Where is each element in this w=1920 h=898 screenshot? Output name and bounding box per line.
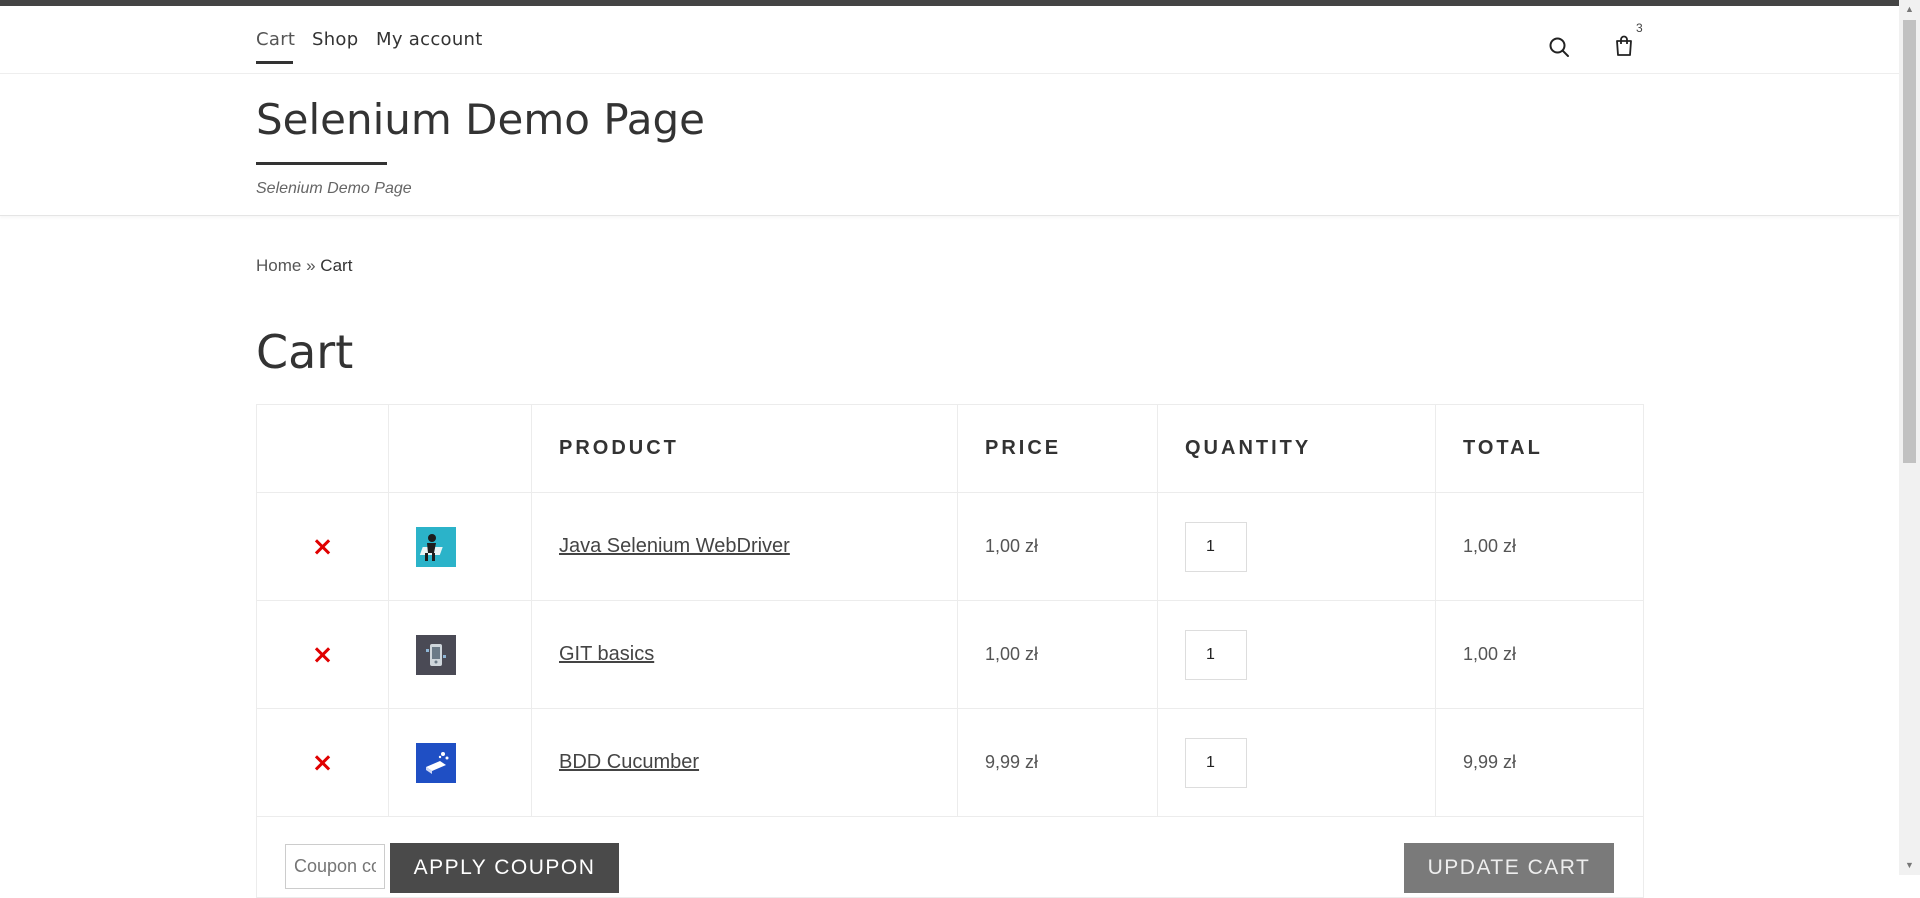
remove-item-button[interactable]: × <box>312 640 334 670</box>
scrollbar-thumb[interactable] <box>1903 20 1916 463</box>
header-product: PRODUCT <box>531 404 958 493</box>
site-title[interactable]: Selenium Demo Page <box>256 95 705 144</box>
breadcrumb-separator: » <box>306 256 316 275</box>
quantity-input[interactable] <box>1185 629 1247 680</box>
table-row: × GIT basics 1,00 zł 1,00 zł <box>256 600 1644 709</box>
product-link[interactable]: BDD Cucumber <box>559 751 699 773</box>
table-row: × Java Selenium WebDriver 1,00 zł 1,00 z… <box>256 492 1644 601</box>
scroll-down-arrow-icon[interactable]: ▼ <box>1903 858 1916 872</box>
breadcrumb-home-link[interactable]: Home <box>256 256 301 275</box>
search-icon[interactable] <box>1547 35 1571 59</box>
primary-navigation: Cart Shop My account 3 <box>0 6 1899 74</box>
page-title: Cart <box>256 325 354 379</box>
product-subtotal: 1,00 zł <box>1435 492 1644 601</box>
header-thumbnail <box>388 404 532 493</box>
nav-item-shop[interactable]: Shop <box>312 29 358 50</box>
header-remove <box>256 404 389 493</box>
breadcrumb: Home » Cart <box>256 256 352 276</box>
header-quantity: QUANTITY <box>1157 404 1436 493</box>
shopping-bag-icon[interactable] <box>1612 34 1636 58</box>
remove-item-button[interactable]: × <box>312 748 334 778</box>
breadcrumb-current: Cart <box>320 256 353 275</box>
product-price: 9,99 zł <box>957 708 1158 817</box>
product-link[interactable]: Java Selenium WebDriver <box>559 535 790 557</box>
product-price: 1,00 zł <box>957 600 1158 709</box>
cart-count-badge: 3 <box>1636 21 1643 35</box>
quantity-input[interactable] <box>1185 521 1247 572</box>
nav-item-cart[interactable]: Cart <box>256 29 295 50</box>
product-price: 1,00 zł <box>957 492 1158 601</box>
bdd-thumb-icon[interactable] <box>416 742 456 783</box>
active-nav-underline <box>256 61 293 64</box>
nav-item-my-account[interactable]: My account <box>376 29 483 50</box>
remove-item-button[interactable]: × <box>312 532 334 562</box>
product-subtotal: 9,99 zł <box>1435 708 1644 817</box>
selenium-thumb-icon[interactable] <box>416 526 456 567</box>
scroll-up-arrow-icon[interactable]: ▲ <box>1903 2 1916 16</box>
cart-table: PRODUCT PRICE QUANTITY TOTAL × Java Sele… <box>256 404 1644 898</box>
site-tagline: Selenium Demo Page <box>256 180 412 197</box>
quantity-input[interactable] <box>1185 737 1247 788</box>
git-thumb-icon[interactable] <box>416 634 456 675</box>
update-cart-button[interactable]: UPDATE CART <box>1404 843 1614 893</box>
table-header-row: PRODUCT PRICE QUANTITY TOTAL <box>256 404 1644 493</box>
title-underline <box>256 162 387 165</box>
header-price: PRICE <box>957 404 1158 493</box>
coupon-code-input[interactable] <box>285 844 385 889</box>
header-total: TOTAL <box>1435 404 1644 493</box>
table-row: × BDD Cucumber 9,99 zł 9,99 zł <box>256 708 1644 817</box>
product-subtotal: 1,00 zł <box>1435 600 1644 709</box>
apply-coupon-button[interactable]: APPLY COUPON <box>390 843 619 893</box>
product-link[interactable]: GIT basics <box>559 643 654 665</box>
